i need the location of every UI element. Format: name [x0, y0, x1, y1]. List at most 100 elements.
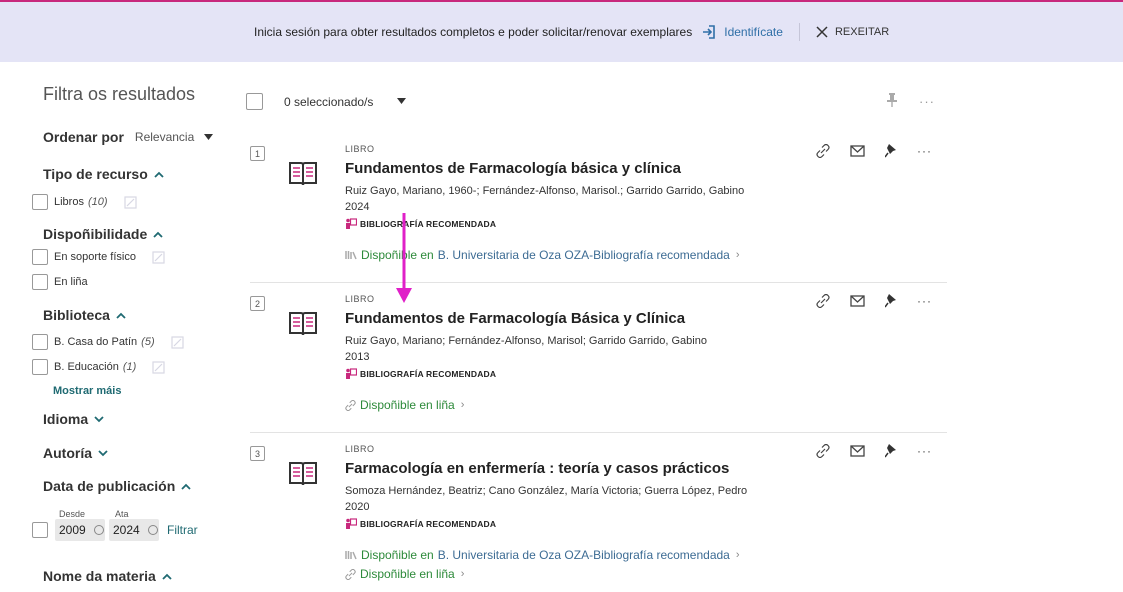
result-title[interactable]: Fundamentos de Farmacología básica y clí…	[345, 160, 681, 177]
dismiss-button[interactable]: REXEITAR	[816, 26, 889, 38]
caret-down-icon[interactable]	[397, 98, 406, 104]
stepper-icon[interactable]	[147, 525, 158, 535]
pin-icon[interactable]	[885, 444, 897, 458]
result-year: 2020	[345, 501, 370, 513]
result-actions: ···	[816, 444, 932, 458]
exclude-icon[interactable]	[123, 195, 137, 209]
signin-icon	[703, 25, 716, 39]
sidebar-title: Filtra os resultados	[43, 84, 196, 104]
checkbox[interactable]	[32, 249, 48, 265]
email-icon[interactable]	[850, 295, 865, 307]
chevron-up-icon	[154, 171, 164, 178]
facet-option-educacion[interactable]: B. Educación (1)	[32, 359, 165, 375]
permalink-icon[interactable]	[816, 294, 830, 308]
exclude-icon[interactable]	[152, 360, 165, 374]
result-number: 1	[250, 146, 265, 161]
more-options-icon[interactable]: ···	[919, 94, 935, 109]
facet-label: Idioma	[43, 411, 89, 427]
link-icon	[345, 568, 356, 580]
show-more-link[interactable]: Mostrar máis	[53, 385, 121, 397]
facet-library[interactable]: Biblioteca	[43, 307, 126, 323]
availability-online[interactable]: Dispoñible en liña ›	[345, 398, 464, 412]
pin-icon[interactable]	[885, 294, 897, 308]
email-icon[interactable]	[850, 145, 865, 157]
date-from-value: 2009	[59, 523, 86, 537]
facet-option-online[interactable]: En liña	[32, 274, 88, 290]
chevron-down-icon	[98, 449, 108, 456]
checkbox[interactable]	[32, 274, 48, 290]
facet-option-casa-patin[interactable]: B. Casa do Patín (5)	[32, 334, 184, 350]
facet-author[interactable]: Autoría	[43, 445, 108, 461]
result-authors: Ruiz Gayo, Mariano; Fernández-Alfonso, M…	[345, 335, 707, 347]
facet-pub-date[interactable]: Data de publicación	[43, 478, 191, 494]
date-from-input[interactable]: 2009	[55, 519, 105, 541]
banner-divider	[798, 23, 800, 41]
availability-status: Dispoñible en liña	[360, 567, 455, 581]
resource-type: LIBRO	[345, 294, 375, 304]
option-label: En liña	[54, 276, 88, 288]
pin-icon[interactable]	[887, 93, 897, 107]
signin-banner: Inicia sesión para obter resultados comp…	[0, 2, 1123, 62]
date-from-label: Desde	[59, 509, 86, 519]
result-item: 3 LIBRO Farmacología en enfermería : teo…	[250, 444, 950, 592]
checkbox[interactable]	[32, 194, 48, 210]
sort-label: Ordenar por	[43, 129, 124, 145]
result-year: 2024	[345, 201, 370, 213]
facet-language[interactable]: Idioma	[43, 411, 104, 427]
date-to-value: 2024	[113, 523, 140, 537]
signin-link[interactable]: Identifícate	[702, 25, 783, 39]
result-authors: Somoza Hernández, Beatriz; Cano González…	[345, 485, 748, 497]
chevron-right-icon: ›	[735, 249, 740, 261]
result-title[interactable]: Farmacología en enfermería : teoría y ca…	[345, 460, 729, 477]
filter-button[interactable]: Filtrar	[167, 523, 198, 537]
availability-online[interactable]: Dispoñible en liña ›	[345, 567, 464, 581]
selected-count: 0 seleccionado/s	[284, 95, 374, 109]
option-count: (1)	[122, 361, 137, 373]
availability-physical[interactable]: Dispoñible en B. Universitaria de Oza OZ…	[345, 248, 740, 262]
result-item: 2 LIBRO Fundamentos de Farmacología Bási…	[250, 294, 950, 446]
more-options-icon[interactable]: ···	[917, 144, 932, 158]
recommended-icon	[346, 368, 357, 379]
facet-label: Autoría	[43, 445, 92, 461]
facet-resource-type[interactable]: Tipo de recurso	[43, 166, 164, 182]
exclude-icon[interactable]	[152, 250, 165, 264]
facet-option-books[interactable]: Libros (10)	[32, 194, 137, 210]
availability-location: B. Universitaria de Oza OZA-Bibliografía…	[437, 548, 730, 562]
result-divider	[250, 282, 947, 283]
date-to-input[interactable]: 2024	[109, 519, 159, 541]
book-icon	[289, 462, 317, 486]
permalink-icon[interactable]	[816, 444, 830, 458]
date-checkbox[interactable]	[32, 522, 48, 538]
badge-label: BIBLIOGRAFÍA RECOMENDADA	[360, 369, 497, 379]
facet-label: Data de publicación	[43, 478, 176, 494]
checkbox[interactable]	[32, 359, 48, 375]
filter-sidebar: Filtra os resultados Ordenar por Relevan…	[0, 62, 230, 592]
email-icon[interactable]	[850, 445, 865, 457]
badge-label: BIBLIOGRAFÍA RECOMENDADA	[360, 519, 497, 529]
sort-control[interactable]: Ordenar por Relevancia	[43, 129, 214, 145]
more-options-icon[interactable]: ···	[917, 444, 932, 458]
chevron-up-icon	[162, 573, 172, 580]
facet-availability[interactable]: Dispoñibilidade	[43, 226, 163, 242]
pin-icon[interactable]	[885, 144, 897, 158]
library-icon	[345, 251, 357, 260]
checkbox[interactable]	[32, 334, 48, 350]
result-title[interactable]: Fundamentos de Farmacología Básica y Clí…	[345, 310, 685, 327]
facet-label: Dispoñibilidade	[43, 226, 148, 242]
chevron-right-icon: ›	[460, 568, 465, 580]
recommended-icon	[346, 518, 357, 529]
more-options-icon[interactable]: ···	[917, 294, 932, 308]
exclude-icon[interactable]	[171, 335, 184, 349]
resource-type: LIBRO	[345, 444, 375, 454]
select-all-checkbox[interactable]	[246, 93, 263, 110]
facet-subject[interactable]: Nome da materia	[43, 568, 172, 584]
permalink-icon[interactable]	[816, 144, 830, 158]
availability-status: Dispoñible en liña	[360, 398, 455, 412]
stepper-icon[interactable]	[93, 525, 104, 535]
facet-label: Nome da materia	[43, 568, 156, 584]
facet-option-physical[interactable]: En soporte físico	[32, 249, 165, 265]
result-item: 1 LIBRO Fundamentos de Farmacología bási…	[250, 144, 950, 296]
dismiss-label: REXEITAR	[834, 26, 890, 38]
availability-physical[interactable]: Dispoñible en B. Universitaria de Oza OZ…	[345, 548, 740, 562]
library-icon	[345, 551, 357, 560]
